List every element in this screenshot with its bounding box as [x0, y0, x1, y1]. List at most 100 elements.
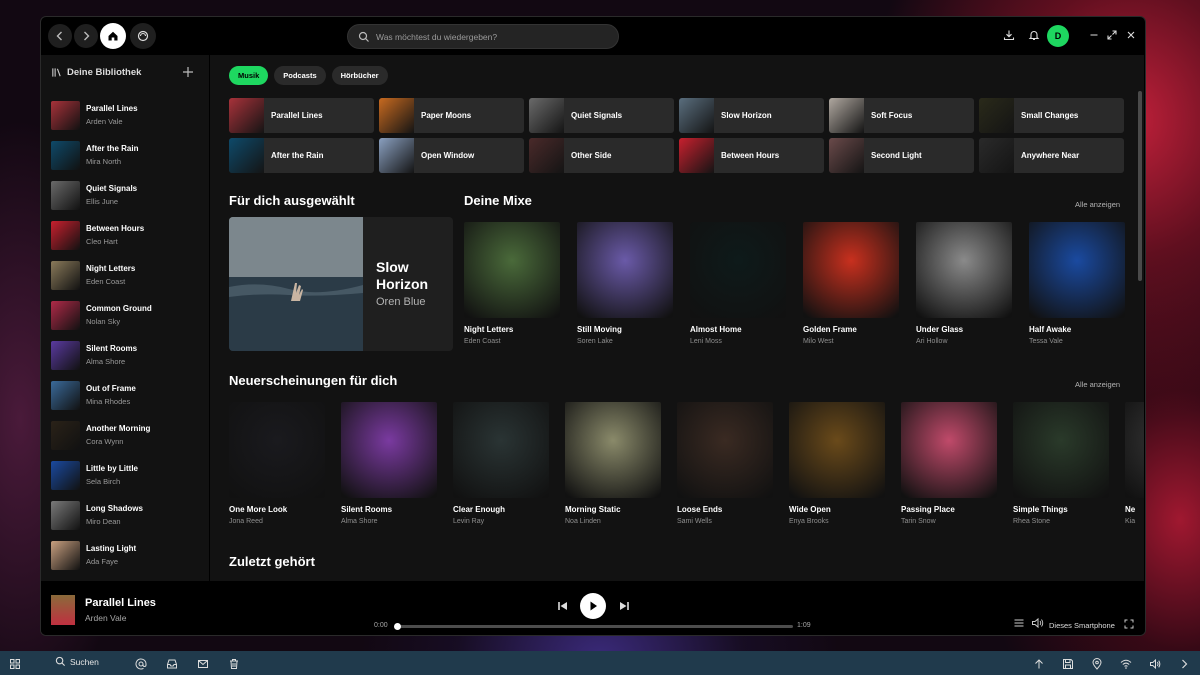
now-playing-title[interactable]: Parallel Lines: [85, 597, 156, 609]
now-playing-art[interactable]: [51, 595, 75, 625]
notifications-button[interactable]: [1027, 28, 1041, 42]
library-item[interactable]: Common Ground Nolan Sky: [51, 295, 152, 335]
filter-chip[interactable]: Hörbücher: [331, 66, 388, 85]
mail-app-button[interactable]: [197, 657, 209, 669]
album-card[interactable]: Ne Kia: [1125, 402, 1144, 525]
at-app-button[interactable]: [135, 657, 147, 670]
forward-button[interactable]: [74, 24, 98, 48]
search-input[interactable]: [376, 31, 606, 42]
releases-show-all-link[interactable]: Alle anzeigen: [1075, 380, 1120, 389]
quick-access-tile[interactable]: Parallel Lines: [229, 98, 374, 133]
library-item[interactable]: Between Hours Cleo Hart: [51, 215, 152, 255]
quick-access-tile[interactable]: After the Rain: [229, 138, 374, 173]
device-label[interactable]: Dieses Smartphone: [1049, 621, 1115, 630]
quick-access-tile[interactable]: Slow Horizon: [679, 98, 824, 133]
filter-chip[interactable]: Musik: [229, 66, 269, 85]
previous-track-icon[interactable]: [556, 599, 570, 613]
album-card[interactable]: Almost Home Leni Moss: [690, 222, 786, 345]
library-header[interactable]: Deine Bibliothek: [51, 67, 141, 78]
trash-app-button[interactable]: [228, 657, 240, 669]
library-item[interactable]: Little by Little Sela Birch: [51, 455, 152, 495]
plus-icon[interactable]: [181, 65, 195, 79]
save-tray-button[interactable]: [1062, 657, 1074, 669]
quick-access-tile[interactable]: Between Hours: [679, 138, 824, 173]
album-cover: [916, 222, 1012, 318]
library-item[interactable]: Out of Frame Mina Rhodes: [51, 375, 152, 415]
taskbar-search[interactable]: Suchen: [55, 656, 99, 667]
volume-tray-button[interactable]: [1149, 657, 1161, 670]
library-item-title: Lasting Light: [86, 544, 137, 553]
album-card[interactable]: Morning Static Noa Linden: [565, 402, 661, 525]
quick-access-tile[interactable]: Small Changes: [979, 98, 1124, 133]
library-item[interactable]: Another Morning Cora Wynn: [51, 415, 152, 455]
album-card[interactable]: Still Moving Soren Lake: [577, 222, 673, 345]
library-item[interactable]: Night Letters Eden Coast: [51, 255, 152, 295]
album-card[interactable]: One More Look Jona Reed: [229, 402, 325, 525]
location-tray-button[interactable]: [1091, 657, 1103, 670]
library-item-text: After the Rain Mira North: [86, 144, 138, 166]
quick-access-tile[interactable]: Second Light: [829, 138, 974, 173]
album-card[interactable]: Passing Place Tarin Snow: [901, 402, 997, 525]
album-card[interactable]: Clear Enough Levin Ray: [453, 402, 549, 525]
album-card[interactable]: Wide Open Enya Brooks: [789, 402, 885, 525]
start-button[interactable]: [9, 657, 21, 669]
album-card[interactable]: Loose Ends Sami Wells: [677, 402, 773, 525]
album-title: Passing Place: [901, 505, 955, 514]
download-button[interactable]: [1002, 28, 1016, 42]
library-item[interactable]: After the Rain Mira North: [51, 135, 152, 175]
library-item-cover: [51, 300, 80, 330]
album-cover: [690, 222, 786, 318]
total-time: 1:09: [797, 622, 811, 629]
play-button[interactable]: [580, 593, 606, 619]
featured-card[interactable]: Slow Horizon Oren Blue: [229, 217, 453, 351]
fullscreen-icon[interactable]: [1124, 619, 1134, 629]
browse-button[interactable]: [130, 23, 156, 49]
library-item[interactable]: Silent Rooms Alma Shore: [51, 335, 152, 375]
album-cover: [341, 402, 437, 498]
next-track-icon[interactable]: [617, 599, 631, 613]
quick-access-tile[interactable]: Soft Focus: [829, 98, 974, 133]
back-button[interactable]: [48, 24, 72, 48]
album-card[interactable]: Silent Rooms Alma Shore: [341, 402, 437, 525]
quick-access-label: Quiet Signals: [571, 111, 623, 120]
album-cover: [577, 222, 673, 318]
library-item[interactable]: Lasting Light Ada Faye: [51, 535, 152, 575]
album-card[interactable]: Night Letters Eden Coast: [464, 222, 560, 345]
tray-arrow-button[interactable]: [1033, 657, 1045, 669]
album-card[interactable]: Half Awake Tessa Vale: [1029, 222, 1125, 345]
filter-chip[interactable]: Podcasts: [274, 66, 326, 85]
library-item-artist: Sela Birch: [86, 477, 121, 486]
quick-access-tile[interactable]: Open Window: [379, 138, 524, 173]
now-playing-artist[interactable]: Arden Vale: [85, 613, 126, 623]
maximize-button[interactable]: [1105, 28, 1119, 42]
quick-access-tile[interactable]: Quiet Signals: [529, 98, 674, 133]
quick-access-tile[interactable]: Paper Moons: [379, 98, 524, 133]
user-avatar[interactable]: D: [1047, 25, 1069, 47]
volume-icon[interactable]: [1031, 617, 1044, 629]
album-card[interactable]: Under Glass Ari Hollow: [916, 222, 1012, 345]
wifi-tray-button[interactable]: [1120, 657, 1132, 669]
quick-access-tile[interactable]: Anywhere Near: [979, 138, 1124, 173]
library-item-cover: [51, 420, 80, 450]
album-artist: Eden Coast: [464, 338, 501, 345]
album-card[interactable]: Simple Things Rhea Stone: [1013, 402, 1109, 525]
inbox-app-button[interactable]: [166, 657, 178, 669]
library-item[interactable]: Long Shadows Miro Dean: [51, 495, 152, 535]
progress-bar[interactable]: [394, 623, 793, 630]
home-button[interactable]: [100, 23, 126, 49]
library-item[interactable]: Parallel Lines Arden Vale: [51, 95, 152, 135]
search-bar[interactable]: [347, 24, 619, 49]
tray-overflow-button[interactable]: [1178, 657, 1190, 669]
quick-access-tile[interactable]: Other Side: [529, 138, 674, 173]
mixes-show-all-link[interactable]: Alle anzeigen: [1075, 200, 1120, 209]
library-item-title: Silent Rooms: [86, 344, 138, 353]
main-content: Musik Podcasts Hörbücher Parallel Lines Pap…: [209, 55, 1144, 581]
progress-knob[interactable]: [394, 623, 401, 630]
album-card[interactable]: Golden Frame Milo West: [803, 222, 899, 345]
close-button[interactable]: [1124, 28, 1138, 42]
library-item[interactable]: Quiet Signals Ellis June: [51, 175, 152, 215]
main-scrollbar[interactable]: [1138, 91, 1142, 281]
minimize-button[interactable]: [1087, 28, 1101, 42]
album-cover: [789, 402, 885, 498]
queue-icon[interactable]: [1013, 617, 1025, 629]
